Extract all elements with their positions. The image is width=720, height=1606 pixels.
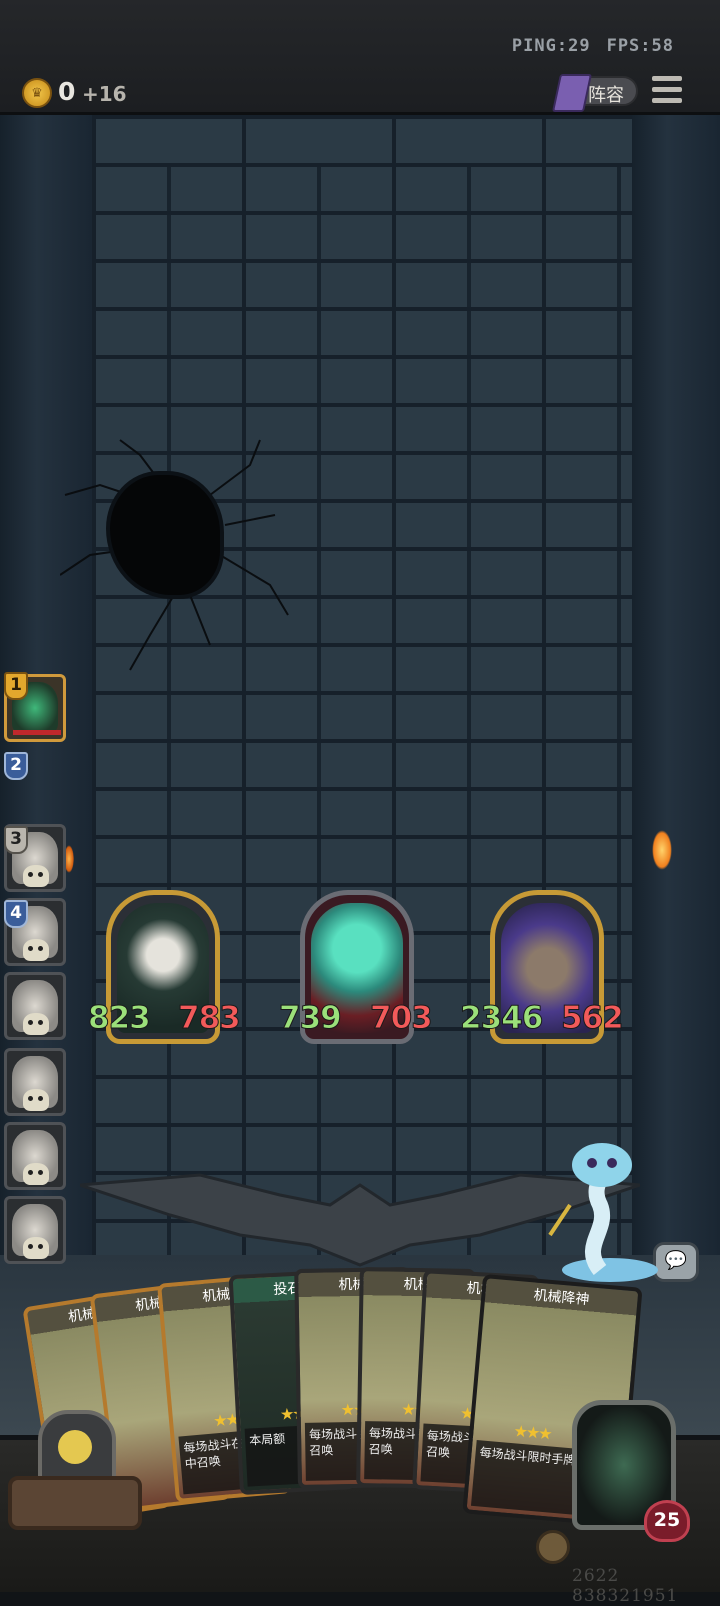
hero-portrait[interactable]: 25 [572, 1400, 690, 1542]
battle-arena: 💬 [0, 115, 720, 1435]
lineup-label: 阵容 [588, 85, 624, 106]
skull-icon [23, 865, 49, 887]
gold-coin-icon: ♛ [22, 78, 52, 108]
skull-icon [23, 1237, 49, 1259]
roster-slot-6[interactable] [4, 1048, 66, 1116]
lineup-button[interactable]: 阵容 [551, 74, 638, 112]
card-stars: ★★★ [512, 1421, 552, 1444]
unit-health: 703 [370, 1000, 434, 1037]
unit-attack: 739 [279, 1000, 343, 1037]
skull-icon [23, 1013, 49, 1035]
chest-box [8, 1476, 142, 1530]
treasure-chest[interactable] [8, 1410, 142, 1530]
rank-badge-3: 3 [4, 826, 28, 854]
ping-readout: PING:29 [511, 36, 591, 56]
roster-slot-5[interactable] [4, 972, 66, 1040]
card-title: 机械降神 [532, 1287, 591, 1309]
moon-icon [58, 1430, 92, 1464]
torch-flame [652, 830, 672, 870]
unit-attack: 2346 [459, 1000, 543, 1037]
unit-attack: 823 [88, 1000, 152, 1037]
skull-icon [23, 1163, 49, 1185]
skull-icon [23, 1089, 49, 1111]
gold-amount: 0 [58, 77, 76, 106]
rank-badge-2: 2 [4, 752, 28, 780]
player-id: 2622 838321951 [572, 1566, 679, 1606]
skull-icon [23, 939, 49, 961]
right-pillar [632, 115, 720, 1275]
card-stars: ★★ [212, 1409, 239, 1431]
hero-health: 25 [644, 1500, 690, 1542]
bell-icon[interactable] [536, 1530, 570, 1564]
menu-icon[interactable] [652, 76, 682, 104]
roster-slot-7[interactable] [4, 1122, 66, 1190]
player-health-bar [13, 730, 61, 735]
roster-slot-8[interactable] [4, 1196, 66, 1264]
rank-badge-1: 1 [4, 672, 28, 700]
network-status: PING:29 FPS:58 [496, 36, 674, 56]
fps-readout: FPS:58 [606, 36, 674, 56]
book-icon [551, 74, 593, 112]
rank-badge-4: 4 [4, 900, 28, 928]
unit-health: 783 [178, 1000, 242, 1037]
unit-health: 562 [561, 1000, 625, 1037]
player-roster: 1 2 3 4 [0, 668, 72, 1278]
gold-income: +16 [82, 82, 127, 106]
top-bar: PING:29 FPS:58 ♛ 0 +16 阵容 [0, 0, 720, 115]
